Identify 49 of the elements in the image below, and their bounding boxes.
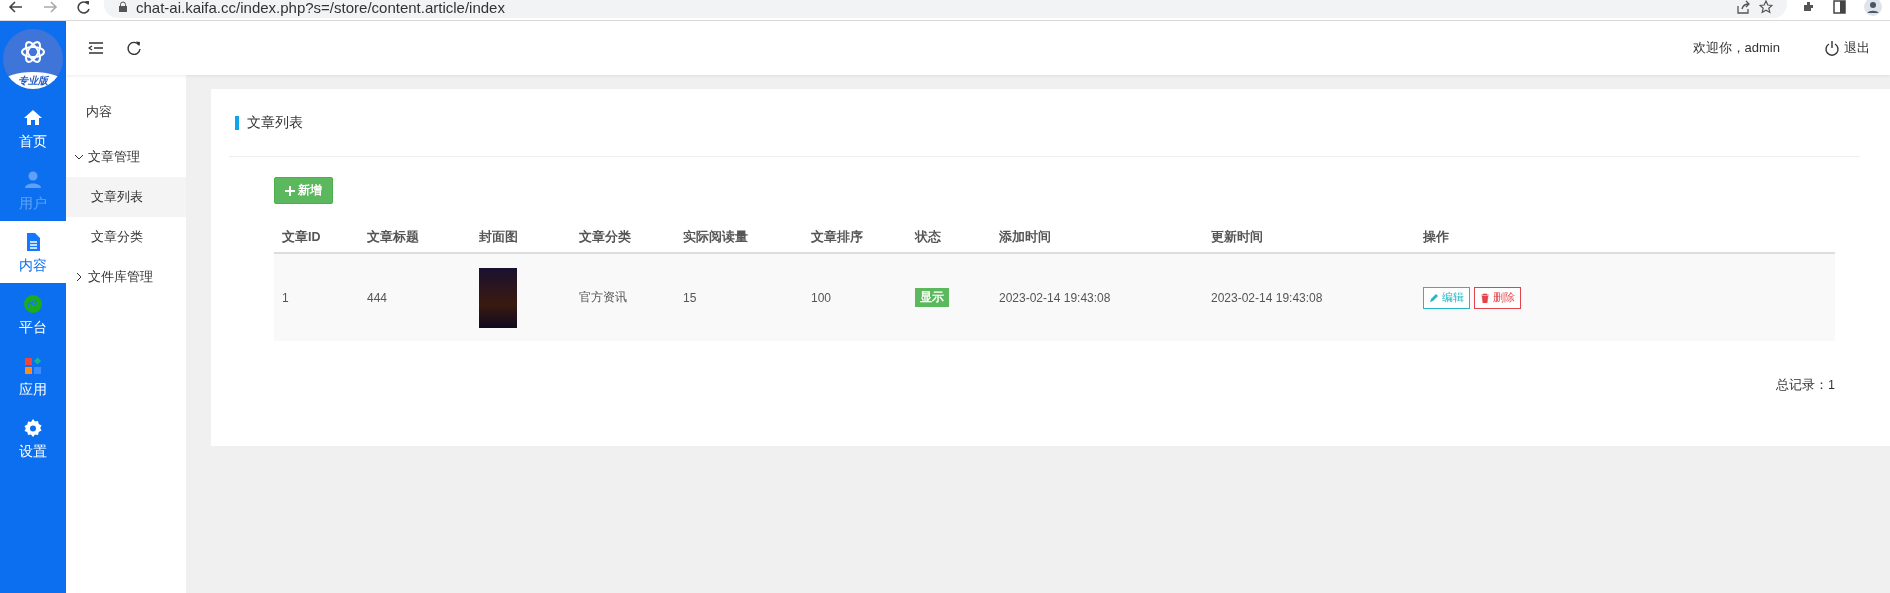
sidebar-item[interactable]: 首页: [0, 97, 66, 159]
table-cell: 1: [274, 253, 359, 341]
table-cell: 15: [675, 253, 803, 341]
chevron-right-icon: [74, 272, 84, 282]
app-grid-icon: [23, 355, 43, 376]
table-cell: 2023-02-14 19:43:08: [991, 253, 1203, 341]
sidebar-item[interactable]: 平台: [0, 283, 66, 345]
power-icon: [1824, 40, 1840, 56]
home-icon: [23, 107, 43, 128]
status-tag: 显示: [915, 288, 949, 307]
sidebar-item[interactable]: 应用: [0, 345, 66, 407]
menu-item[interactable]: 文章列表: [66, 177, 186, 217]
menu-group[interactable]: 文件库管理: [66, 257, 186, 297]
add-button[interactable]: 新增: [274, 177, 333, 204]
url-text: chat-ai.kaifa.cc/index.php?s=/store/content.article/index: [136, 0, 505, 16]
user-icon: [23, 169, 43, 190]
trash-icon: [1480, 292, 1490, 303]
reload-icon[interactable]: [76, 0, 90, 14]
cover-thumbnail: [479, 267, 517, 328]
menu-fold-icon[interactable]: [88, 41, 104, 55]
menu-group[interactable]: 文章管理: [66, 137, 186, 177]
refresh-icon[interactable]: [126, 40, 142, 56]
share-icon[interactable]: [1736, 0, 1751, 14]
chevron-down-icon: [74, 152, 84, 162]
table-cell: 444: [359, 253, 471, 341]
puzzle-icon[interactable]: [1801, 0, 1815, 14]
back-arrow-icon[interactable]: [8, 0, 24, 14]
settings-icon: [23, 417, 43, 438]
plus-icon: [285, 185, 295, 196]
table-cell: 100: [803, 253, 907, 341]
pencil-icon: [1429, 292, 1439, 303]
page-title: 文章列表: [247, 113, 303, 132]
side-panel-icon[interactable]: [1833, 0, 1846, 14]
table-cell: 2023-02-14 19:43:08: [1203, 253, 1415, 341]
lock-icon: [118, 1, 128, 13]
welcome-text: 欢迎你，admin: [1692, 39, 1780, 57]
link-circle-icon: [23, 293, 43, 314]
table-cell: 官方资讯: [571, 253, 675, 341]
menu-item[interactable]: 文章分类: [66, 217, 186, 257]
edit-button[interactable]: 编辑: [1423, 286, 1470, 309]
star-icon[interactable]: [1759, 0, 1773, 14]
logout-link[interactable]: 退出: [1824, 39, 1870, 57]
section-title: 内容: [86, 104, 112, 119]
profile-avatar-icon[interactable]: [1864, 0, 1882, 16]
total-count: 总记录：1: [1776, 378, 1835, 392]
address-bar[interactable]: chat-ai.kaifa.cc/index.php?s=/store/content.article/index: [104, 0, 1787, 18]
delete-button[interactable]: 删除: [1474, 286, 1521, 309]
sidebar-item[interactable]: 设置: [0, 407, 66, 469]
sidebar-item[interactable]: 内容: [0, 221, 66, 283]
